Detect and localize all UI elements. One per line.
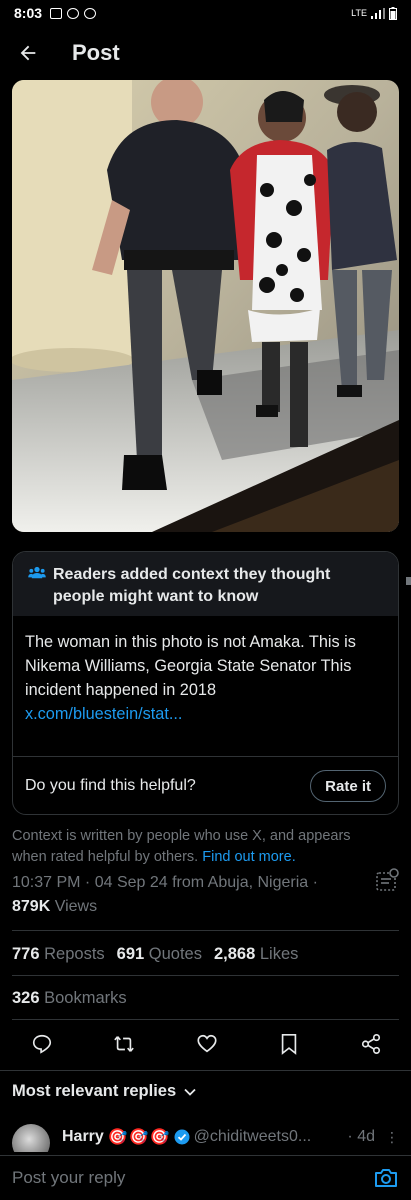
community-note: Readers added context they thought peopl… (12, 551, 399, 815)
context-info: Context is written by people who use X, … (12, 826, 362, 868)
msg-icon (67, 7, 80, 19)
signal-icon (371, 7, 385, 19)
share-icon (361, 1034, 381, 1054)
target-emoji: 🎯 (107, 1129, 128, 1146)
likes-stat[interactable]: 2,868 Likes (214, 945, 298, 964)
battery-icon (389, 6, 397, 20)
heart-icon (196, 1034, 217, 1053)
target-emoji: 🎯 (128, 1129, 149, 1146)
name-emoji: 🎯 🎯 🎯 (108, 1127, 170, 1147)
community-note-heading: Readers added context they thought peopl… (53, 566, 331, 605)
action-bar (12, 1030, 399, 1060)
share-button[interactable] (357, 1030, 385, 1058)
bookmarks-stat[interactable]: 326 Bookmarks (12, 989, 127, 1008)
reply-input[interactable]: Post your reply (12, 1168, 125, 1188)
reposts-stat[interactable]: 776 Reposts (12, 945, 105, 964)
scrollbar-thumb[interactable] (406, 577, 411, 585)
network-label: LTE (351, 8, 367, 18)
post-timestamp: 10:37 PM · 04 Sep 24 from Abuja, Nigeria… (12, 874, 318, 891)
community-note-header: Readers added context they thought peopl… (13, 552, 398, 616)
reply-author-name[interactable]: Harry (62, 1128, 104, 1146)
people-icon (28, 566, 46, 579)
reply-icon (32, 1034, 52, 1054)
bookmark-button[interactable] (275, 1030, 303, 1058)
reply-composer[interactable]: Post your reply (0, 1155, 411, 1200)
repost-button[interactable] (110, 1030, 138, 1058)
divider (12, 975, 399, 976)
views-number: 879K (12, 898, 51, 915)
reply-button[interactable] (28, 1030, 56, 1058)
community-note-text: The woman in this photo is not Amaka. Th… (25, 633, 356, 699)
rate-it-button[interactable]: Rate it (310, 770, 386, 802)
divider (12, 1019, 399, 1020)
context-text: Context is written by people who use X, … (12, 828, 351, 865)
reply-author-handle[interactable]: @chiditweets0... (194, 1128, 312, 1146)
community-note-footer: Do you find this helpful? Rate it (13, 757, 398, 814)
back-button[interactable] (0, 30, 56, 76)
community-note-link[interactable]: x.com/bluestein/stat... (25, 702, 386, 726)
repost-icon (114, 1036, 135, 1052)
gallery-icon (50, 7, 63, 19)
quotes-stat[interactable]: 691 Quotes (117, 945, 202, 964)
notification-icons (50, 7, 97, 19)
status-bar: 8:03 LTE (0, 0, 411, 26)
camera-icon[interactable] (373, 1165, 399, 1191)
verified-icon (174, 1129, 190, 1145)
chevron-down-icon (184, 1088, 196, 1096)
divider (12, 930, 399, 931)
page-title: Post (72, 40, 120, 65)
engagement-stats: 776 Reposts 691 Quotes 2,868 Likes (12, 945, 298, 964)
helpful-question: Do you find this helpful? (25, 777, 196, 794)
find-out-more-link[interactable]: Find out more. (202, 849, 296, 865)
arrow-left-icon (20, 45, 36, 61)
top-bar: Post (0, 30, 411, 76)
views-count: 879K Views (12, 898, 97, 916)
avatar[interactable] (12, 1124, 50, 1152)
translate-icon[interactable] (374, 868, 400, 894)
replies-sort-label: Most relevant replies (12, 1082, 177, 1100)
bookmarks-stats: 326 Bookmarks (12, 989, 127, 1008)
reply-item[interactable]: Harry 🎯 🎯 🎯 @chiditweets0... · 4d ⋮ (12, 1122, 399, 1152)
divider (0, 1070, 411, 1071)
reply-time: · 4d (347, 1128, 375, 1145)
views-label: Views (54, 898, 98, 915)
community-note-body: The woman in this photo is not Amaka. Th… (13, 616, 398, 757)
post-image (12, 80, 399, 532)
facebook-icon (84, 7, 97, 19)
system-icons: LTE (351, 6, 397, 20)
bookmark-icon (281, 1034, 296, 1055)
status-time: 8:03 (14, 5, 43, 21)
post-photo[interactable] (12, 80, 399, 532)
more-options-icon[interactable]: ⋮ (385, 1129, 399, 1146)
like-button[interactable] (193, 1030, 221, 1058)
target-emoji: 🎯 (149, 1129, 170, 1146)
replies-sort-dropdown[interactable]: Most relevant replies (12, 1082, 196, 1101)
